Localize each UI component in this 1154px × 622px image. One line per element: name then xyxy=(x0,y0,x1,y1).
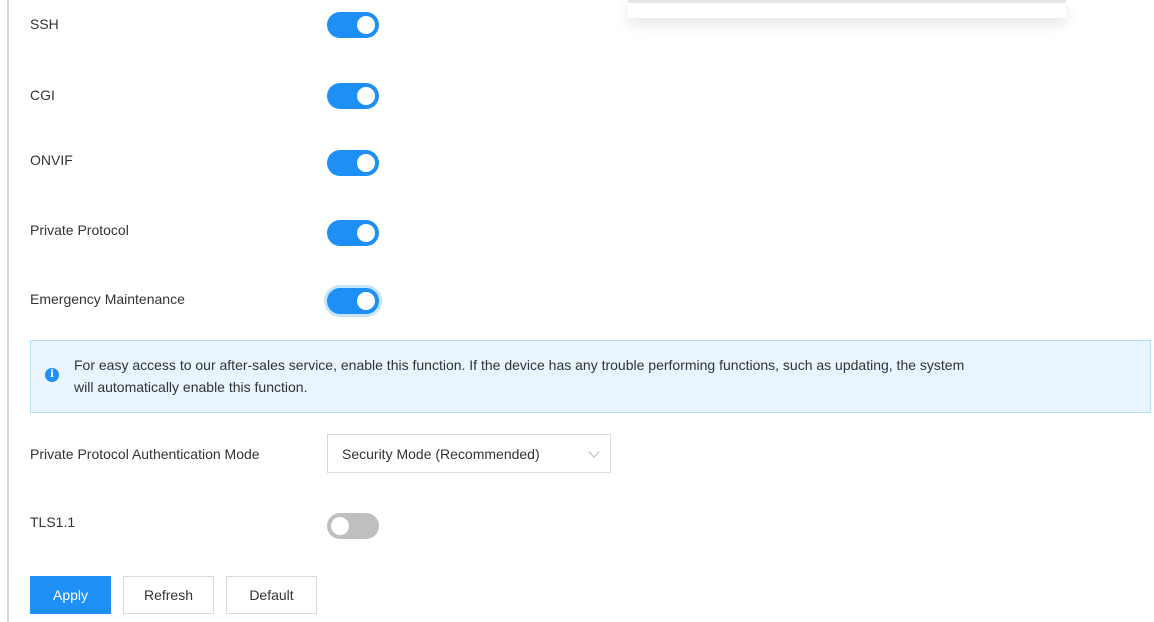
auth-mode-select[interactable]: Security Mode (Recommended) xyxy=(327,434,611,473)
default-button[interactable]: Default xyxy=(226,576,317,614)
ssh-toggle[interactable] xyxy=(327,12,379,38)
content-left-border xyxy=(7,0,9,622)
info-text-line-2: will automatically enable this function. xyxy=(74,379,308,395)
info-icon: i xyxy=(45,368,59,382)
emergency-maintenance-row: Emergency Maintenance xyxy=(30,291,185,307)
auth-mode-row: Private Protocol Authentication Mode xyxy=(30,446,260,462)
tls-label: TLS1.1 xyxy=(30,514,76,530)
refresh-button[interactable]: Refresh xyxy=(123,576,214,614)
toggle-knob xyxy=(357,16,375,34)
private-protocol-row: Private Protocol xyxy=(30,222,129,238)
onvif-row: ONVIF xyxy=(30,152,73,168)
emergency-maintenance-toggle[interactable] xyxy=(327,288,379,314)
toggle-knob xyxy=(331,517,349,535)
toggle-knob xyxy=(357,292,375,310)
auth-mode-label: Private Protocol Authentication Mode xyxy=(30,446,260,462)
cgi-toggle[interactable] xyxy=(327,83,379,109)
toggle-knob xyxy=(357,154,375,172)
emergency-maintenance-label: Emergency Maintenance xyxy=(30,291,185,307)
tls-row: TLS1.1 xyxy=(30,514,75,530)
private-protocol-toggle[interactable] xyxy=(327,220,379,246)
dropdown-panel-edge xyxy=(628,0,1066,18)
onvif-label: ONVIF xyxy=(30,152,73,168)
onvif-toggle[interactable] xyxy=(327,150,379,176)
chevron-down-icon xyxy=(588,446,600,458)
cgi-row: CGI xyxy=(30,87,55,103)
toggle-knob xyxy=(357,224,375,242)
info-text-line-1: For easy access to our after-sales servi… xyxy=(74,357,965,373)
ssh-row: SSH xyxy=(30,16,59,32)
tls-toggle[interactable] xyxy=(327,513,379,539)
ssh-label: SSH xyxy=(30,16,59,32)
private-protocol-label: Private Protocol xyxy=(30,222,129,238)
auth-mode-selected-value: Security Mode (Recommended) xyxy=(342,445,540,462)
cgi-label: CGI xyxy=(30,87,55,103)
apply-button[interactable]: Apply xyxy=(30,576,111,614)
info-alert: i For easy access to our after-sales ser… xyxy=(30,340,1151,413)
toggle-knob xyxy=(357,87,375,105)
